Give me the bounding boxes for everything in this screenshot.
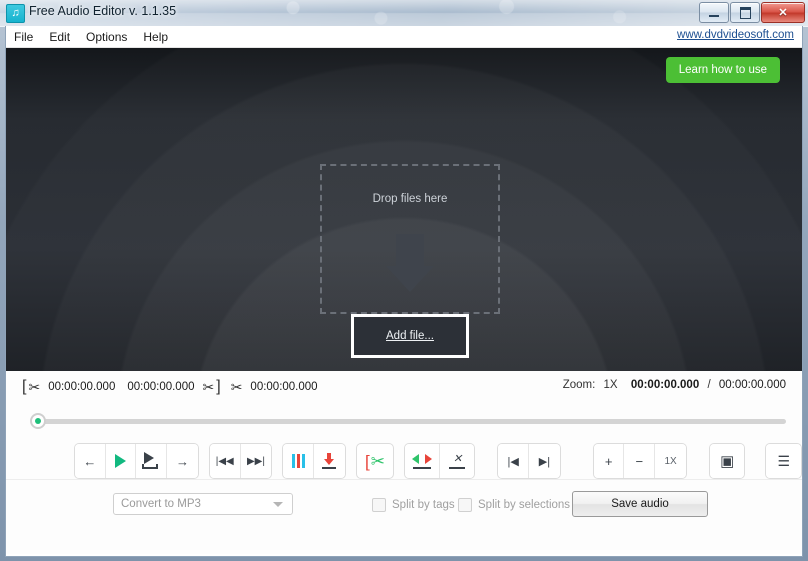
scissors-end-icon: ✂ bbox=[202, 379, 215, 395]
zoom-reset-button[interactable]: 1X bbox=[655, 444, 686, 478]
app-icon: ♫ bbox=[6, 4, 25, 23]
title-bar: ♫ Free Audio Editor v. 1.1.35 ✕ bbox=[0, 0, 808, 27]
trim-x-icon: ✕ bbox=[453, 453, 463, 465]
insert-marker-button[interactable] bbox=[314, 444, 345, 478]
transport-toolbar: ← → |◀◀ ▶▶| [✂ ✕ |◀ ▶| + − 1X ▣ ☰ bbox=[6, 443, 803, 479]
menu-help[interactable]: Help bbox=[135, 28, 176, 46]
split-marks-button[interactable] bbox=[283, 444, 315, 478]
menu-edit[interactable]: Edit bbox=[41, 28, 78, 46]
window-title: Free Audio Editor v. 1.1.35 bbox=[29, 4, 177, 18]
split-by-selections-label: Split by selections bbox=[478, 499, 571, 511]
zoom-in-button[interactable]: + bbox=[593, 444, 625, 478]
step-forward-button[interactable]: → bbox=[167, 444, 198, 478]
play-button[interactable] bbox=[105, 444, 137, 478]
playback-group: ← → bbox=[74, 443, 199, 479]
waveform-view-group: ▣ bbox=[708, 443, 746, 479]
total-time: 00:00:00.000 bbox=[718, 379, 786, 391]
selection-end-time: 00:00:00.000 bbox=[127, 381, 195, 393]
close-button[interactable]: ✕ bbox=[761, 2, 805, 23]
output-format-select[interactable]: Convert to MP3 bbox=[113, 493, 293, 515]
scrubber-track[interactable] bbox=[38, 419, 786, 424]
time-readout-row: [ ✂ 00:00:00.000 00:00:00.000 ✂ ] ✂ 00:0… bbox=[6, 371, 802, 407]
checkbox-box bbox=[458, 498, 472, 512]
checkbox-box bbox=[372, 498, 386, 512]
maximize-button[interactable] bbox=[730, 2, 760, 23]
chevron-down-icon bbox=[273, 501, 283, 507]
playback-scrubber[interactable] bbox=[22, 413, 786, 429]
menu-bar: File Edit Options Help www.dvdvideosoft.… bbox=[6, 26, 802, 48]
add-file-label: Add file... bbox=[386, 330, 434, 342]
scissors-icon: ✂ bbox=[370, 451, 385, 471]
current-time: 00:00:00.000 bbox=[630, 379, 700, 391]
go-to-end-button[interactable]: ▶| bbox=[529, 444, 560, 478]
scissors-start-icon: ✂ bbox=[28, 379, 41, 395]
selection-start-bracket-icon: [ bbox=[22, 378, 27, 395]
step-back-button[interactable]: ← bbox=[75, 444, 106, 478]
menu-file[interactable]: File bbox=[6, 28, 41, 46]
time-separator: / bbox=[707, 379, 711, 391]
split-by-selections-checkbox[interactable]: Split by selections bbox=[458, 498, 570, 512]
fast-forward-button[interactable]: ▶▶| bbox=[240, 444, 272, 478]
save-audio-button[interactable]: Save audio bbox=[572, 491, 708, 517]
output-bar: Convert to MP3 Split by tags Split by se… bbox=[6, 479, 802, 532]
go-to-start-button[interactable]: |◀ bbox=[498, 444, 530, 478]
add-file-button[interactable]: Add file... bbox=[351, 314, 469, 358]
jump-group: |◀ ▶| bbox=[497, 443, 561, 479]
application-window: ♫ Free Audio Editor v. 1.1.35 ✕ File Edi… bbox=[0, 0, 808, 561]
play-selection-button[interactable] bbox=[136, 444, 168, 478]
selection-end-bracket-icon: ] bbox=[216, 378, 221, 395]
window-controls: ✕ bbox=[699, 2, 805, 23]
seek-group: |◀◀ ▶▶| bbox=[208, 443, 273, 479]
marker-time: 00:00:00.000 bbox=[250, 381, 318, 393]
rewind-button[interactable]: |◀◀ bbox=[209, 444, 241, 478]
window-bottom-edge bbox=[5, 554, 803, 557]
selection-times: [ ✂ 00:00:00.000 00:00:00.000 ✂ ] ✂ 00:0… bbox=[22, 379, 324, 395]
menu-options[interactable]: Options bbox=[78, 28, 135, 46]
playback-readout: Zoom: 1X 00:00:00.000 / 00:00:00.000 bbox=[563, 379, 786, 391]
minimize-button[interactable] bbox=[699, 2, 729, 23]
output-format-value: Convert to MP3 bbox=[121, 498, 201, 510]
zoom-out-button[interactable]: − bbox=[624, 444, 656, 478]
audio-settings-button[interactable]: ☰ bbox=[766, 444, 802, 478]
fade-button[interactable] bbox=[405, 444, 440, 478]
trim-button[interactable]: ✕ bbox=[439, 444, 475, 478]
zoom-group: + − 1X bbox=[592, 443, 687, 479]
split-by-tags-checkbox[interactable]: Split by tags bbox=[372, 498, 455, 512]
cut-bracket-icon: [ bbox=[364, 451, 370, 471]
cut-selection-button[interactable]: [ ✂ bbox=[355, 443, 395, 479]
learn-how-to-use-button[interactable]: Learn how to use bbox=[665, 57, 780, 83]
drop-zone[interactable]: Drop files here bbox=[320, 164, 500, 314]
zoom-value: 1X bbox=[603, 379, 618, 391]
workspace-panel: Learn how to use Drop files here Add fil… bbox=[6, 48, 802, 371]
window-frame: File Edit Options Help www.dvdvideosoft.… bbox=[5, 26, 803, 554]
edit-group: ✕ bbox=[404, 443, 476, 479]
waveform-view-button[interactable]: ▣ bbox=[709, 444, 745, 478]
website-link[interactable]: www.dvdvideosoft.com bbox=[677, 29, 794, 41]
control-panel: [ ✂ 00:00:00.000 00:00:00.000 ✂ ] ✂ 00:0… bbox=[6, 371, 803, 554]
scrubber-handle[interactable] bbox=[30, 413, 46, 429]
marker-scissors-icon: ✂ bbox=[230, 379, 243, 395]
marker-group bbox=[282, 443, 346, 479]
zoom-label: Zoom: bbox=[562, 379, 596, 391]
drop-zone-label: Drop files here bbox=[372, 193, 448, 205]
settings-group: ☰ bbox=[765, 443, 803, 479]
selection-start-time: 00:00:00.000 bbox=[48, 381, 116, 393]
split-by-tags-label: Split by tags bbox=[392, 499, 455, 511]
